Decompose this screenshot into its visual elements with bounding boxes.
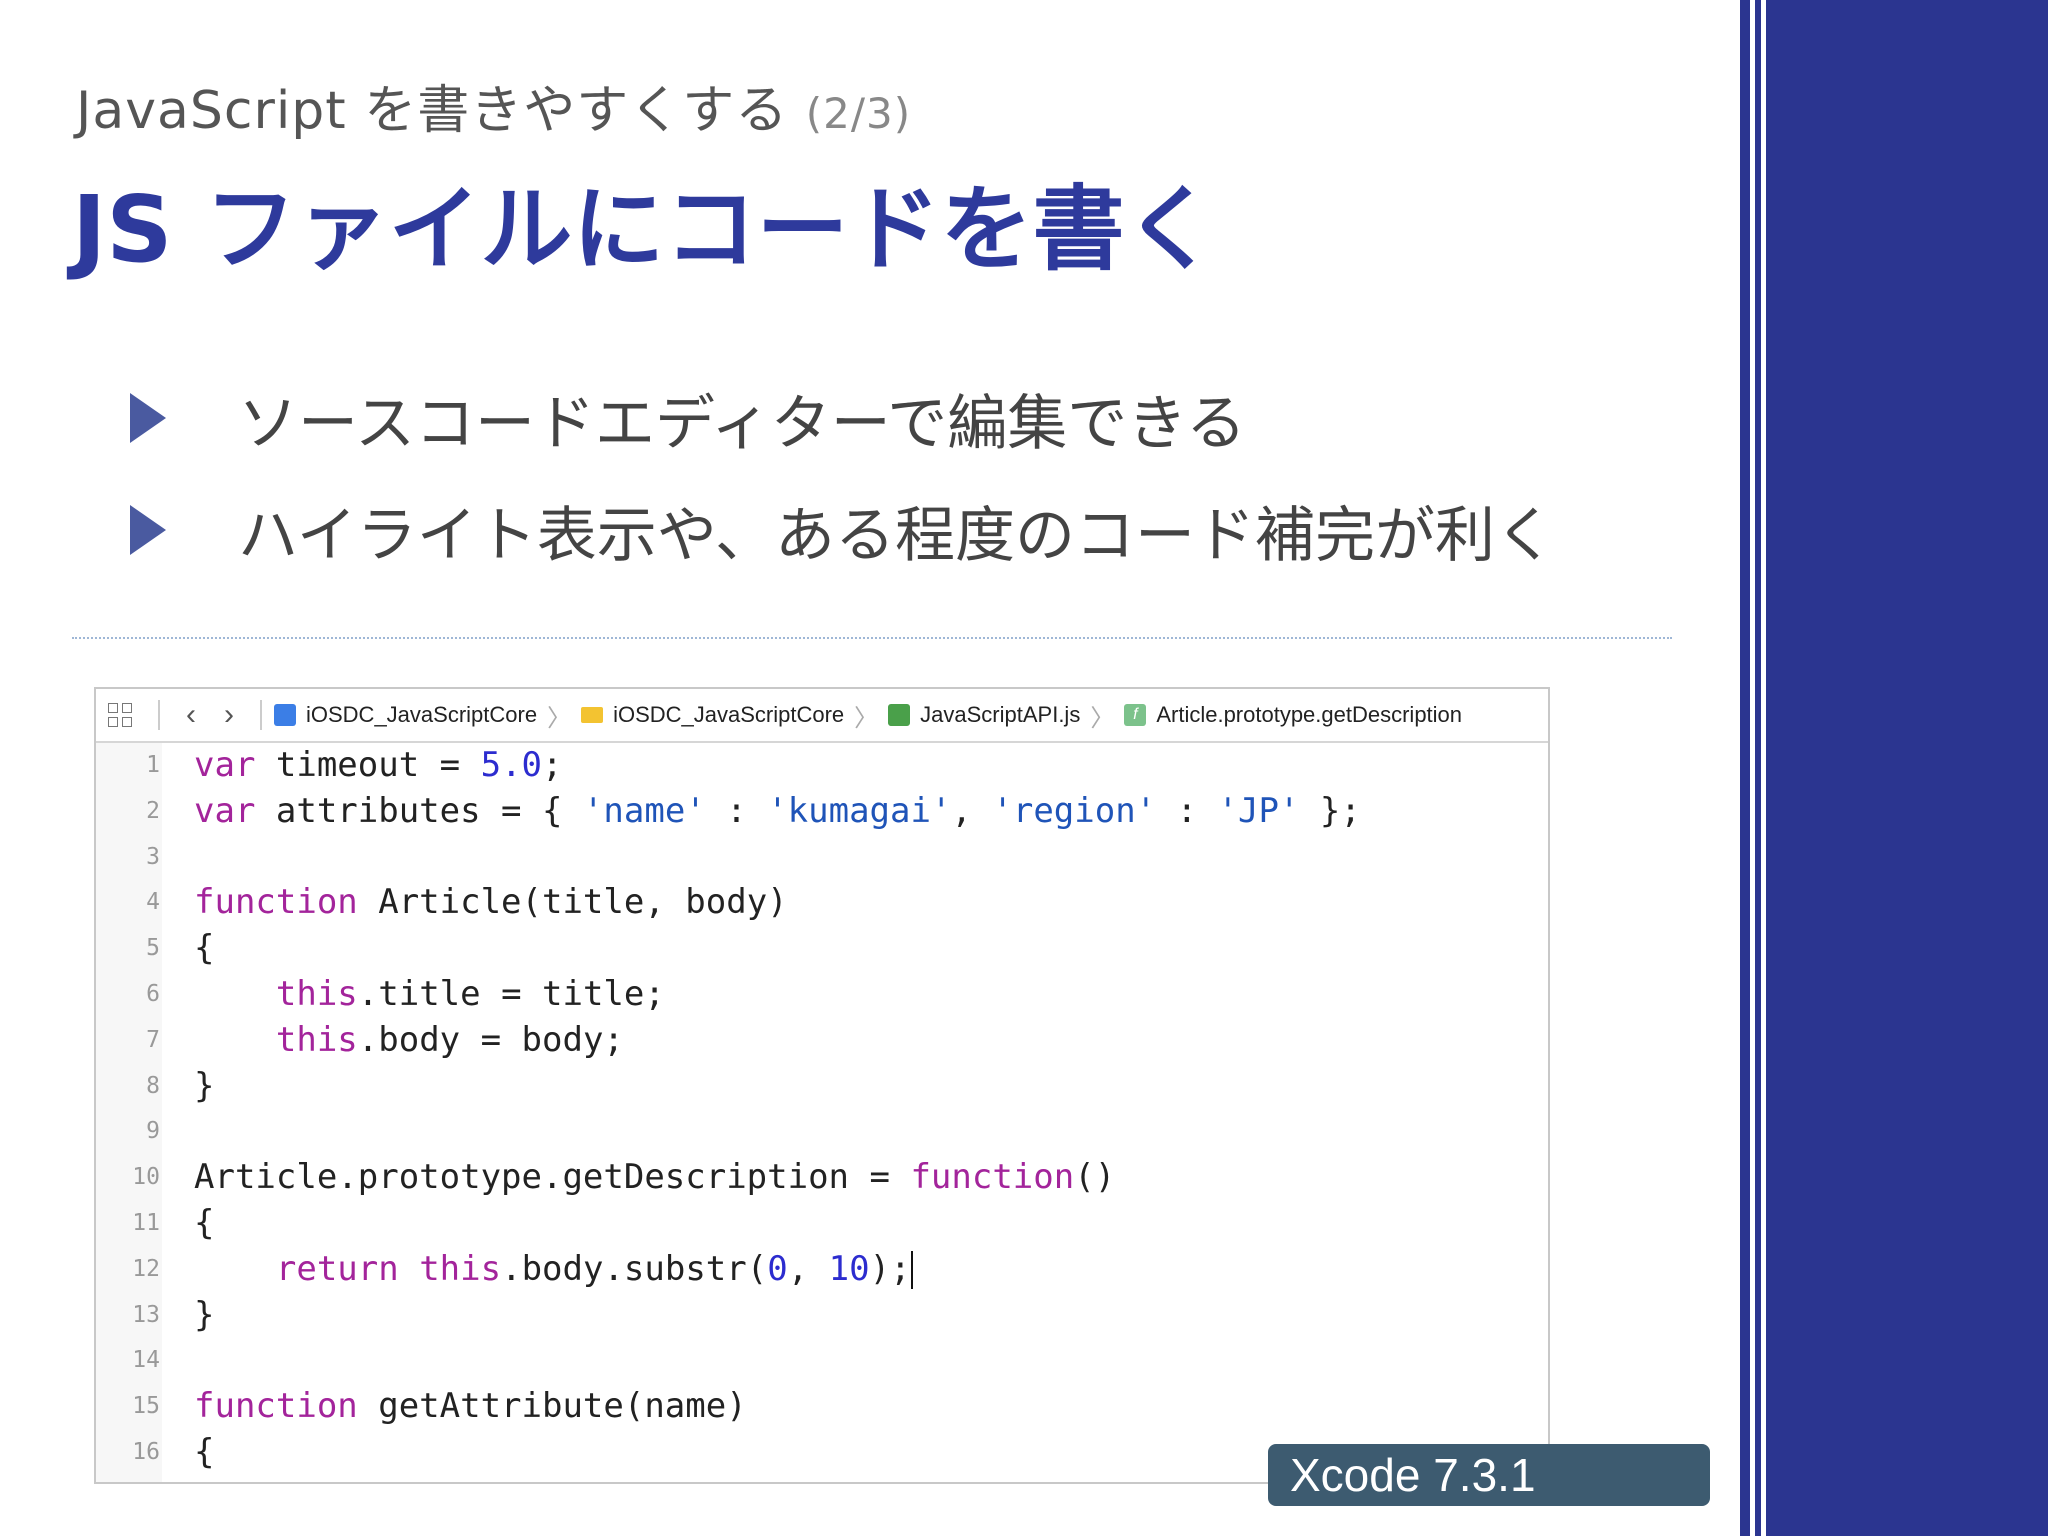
- code-editor-screenshot: ‹ › iOSDC_JavaScriptCore 〉 iOSDC_JavaScr…: [94, 687, 1550, 1484]
- breadcrumb-label: JavaScriptAPI.js: [920, 702, 1081, 727]
- line-number: 16: [132, 1438, 160, 1465]
- code-text: {: [194, 928, 215, 969]
- line-number: 5: [146, 935, 160, 962]
- breadcrumb-folder[interactable]: iOSDC_JavaScriptCore: [581, 702, 844, 728]
- code-text: function Article(title, body): [194, 882, 788, 923]
- slide-subtitle: JavaScript を書きやすくする (2/3): [76, 68, 911, 143]
- breadcrumb-symbol[interactable]: f Article.prototype.getDescription: [1124, 702, 1462, 728]
- line-number: 9: [146, 1118, 160, 1145]
- code-line: 13}: [96, 1293, 1548, 1339]
- bullet-item: ハイライト表示や、ある程度のコード補完が利く: [130, 474, 1555, 586]
- breadcrumb-label: iOSDC_JavaScriptCore: [306, 702, 538, 727]
- line-number: 3: [146, 843, 160, 870]
- code-line: 9: [96, 1109, 1548, 1155]
- slide-title: JS ファイルにコードを書く: [72, 176, 1217, 283]
- code-line: 2 var attributes = { 'name' : 'kumagai', …: [96, 789, 1548, 835]
- breadcrumb-project[interactable]: iOSDC_JavaScriptCore: [274, 702, 537, 728]
- jump-bar: ‹ › iOSDC_JavaScriptCore 〉 iOSDC_JavaScr…: [96, 689, 1548, 743]
- breadcrumb-file[interactable]: JavaScriptAPI.js: [888, 702, 1080, 728]
- code-line: 8}: [96, 1064, 1548, 1110]
- line-number: 1: [146, 752, 160, 778]
- code-line: 10 Article.prototype.getDescription = fun…: [96, 1155, 1548, 1201]
- code-line: 1 var timeout = 5.0;: [96, 743, 1548, 789]
- bullet-triangle-icon: [130, 393, 166, 443]
- code-line: 6 this.title = title;: [96, 972, 1548, 1018]
- code-line: 4 function Article(title, body): [96, 880, 1548, 926]
- folder-icon: [581, 707, 604, 723]
- line-number: 7: [146, 1026, 160, 1053]
- jump-bar-separator: [158, 700, 160, 730]
- line-number: 15: [132, 1393, 160, 1420]
- code-area[interactable]: 1 var timeout = 5.0; 2 var attributes = { …: [96, 743, 1548, 1482]
- code-text: }: [194, 1065, 215, 1106]
- code-text: {: [194, 1431, 215, 1472]
- bullet-triangle-icon: [130, 505, 166, 555]
- function-icon: f: [1124, 704, 1147, 726]
- bullet-item: ソースコードエディターで編集できる: [130, 362, 1555, 474]
- project-icon: [274, 704, 296, 726]
- breadcrumb-label: iOSDC_JavaScriptCore: [613, 702, 845, 727]
- code-text: this.title = title;: [275, 973, 665, 1014]
- line-number: 10: [132, 1164, 160, 1191]
- line-number: 2: [146, 797, 160, 824]
- code-text: Article.prototype.getDescription = funct…: [194, 1157, 1116, 1198]
- bullet-text: ソースコードエディターで編集できる: [238, 388, 1246, 459]
- code-line: 7 this.body = body;: [96, 1018, 1548, 1064]
- subtitle-page: (2/3): [805, 89, 912, 138]
- back-arrow-icon[interactable]: ‹: [186, 698, 196, 732]
- breadcrumb-label: Article.prototype.getDescription: [1156, 702, 1463, 727]
- line-number: 4: [146, 889, 160, 916]
- dotted-divider: [72, 637, 1672, 639]
- forward-arrow-icon[interactable]: ›: [224, 698, 234, 732]
- code-text: {: [194, 1202, 215, 1243]
- chevron-right-icon: 〉: [1090, 704, 1115, 732]
- code-text: function getAttribute(name): [194, 1386, 747, 1427]
- bullet-list: ソースコードエディターで編集できる ハイライト表示や、ある程度のコード補完が利く: [130, 362, 1555, 586]
- code-text: return this.body.substr(0, 10);: [275, 1248, 913, 1290]
- chevron-right-icon: 〉: [547, 704, 572, 732]
- code-line: 12 return this.body.substr(0, 10);: [96, 1247, 1548, 1293]
- right-band: [1766, 0, 2048, 1536]
- subtitle-text: JavaScript を書きやすくする: [76, 81, 789, 141]
- code-line: 3: [96, 835, 1548, 881]
- code-text: this.body = body;: [275, 1019, 624, 1060]
- line-number: 6: [146, 980, 160, 1007]
- code-line: 15 function getAttribute(name): [96, 1384, 1548, 1430]
- code-text: var timeout = 5.0;: [194, 745, 563, 785]
- right-band-stripe-1: [1740, 0, 1750, 1536]
- chevron-right-icon: 〉: [854, 704, 879, 732]
- line-number: 14: [132, 1347, 160, 1374]
- bullet-text: ハイライト表示や、ある程度のコード補完が利く: [238, 500, 1555, 571]
- xcode-version-badge: Xcode 7.3.1: [1268, 1444, 1710, 1506]
- line-number: 8: [146, 1072, 160, 1099]
- js-file-icon: [888, 704, 911, 726]
- code-line: 5{: [96, 926, 1548, 972]
- right-band-stripe-2: [1755, 0, 1761, 1536]
- code-line: 14: [96, 1338, 1548, 1384]
- code-text: var attributes = { 'name' : 'kumagai', '…: [194, 790, 1361, 831]
- jump-bar-separator: [260, 700, 262, 730]
- text-cursor: [910, 1251, 913, 1290]
- code-line: 11 {: [96, 1201, 1548, 1247]
- related-items-icon[interactable]: [108, 703, 132, 727]
- code-text: }: [194, 1294, 215, 1335]
- line-number: 11: [132, 1209, 160, 1236]
- line-number: 12: [132, 1255, 160, 1282]
- line-number: 13: [132, 1301, 160, 1328]
